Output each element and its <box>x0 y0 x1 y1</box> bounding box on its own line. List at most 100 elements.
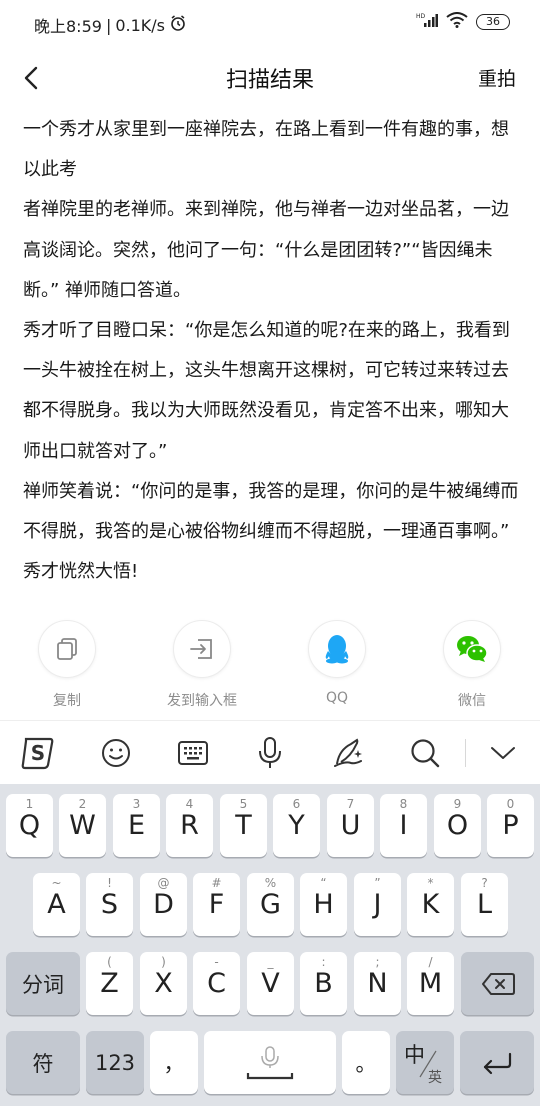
send-to-input-label: 发到输入框 <box>167 693 237 709</box>
key-t[interactable]: 5T <box>220 794 267 857</box>
space-key[interactable] <box>204 1031 336 1094</box>
key-r[interactable]: 4R <box>166 794 213 857</box>
word-segment-key[interactable]: 分词 <box>6 952 80 1015</box>
key-u[interactable]: 7U <box>327 794 374 857</box>
key-y[interactable]: 6Y <box>273 794 320 857</box>
key-v[interactable]: _ V <box>247 952 294 1015</box>
key-hint: ~ <box>51 876 62 890</box>
wechat-icon <box>443 620 501 678</box>
key-label: A <box>47 889 66 920</box>
ime-toolbar: S <box>0 720 540 784</box>
key-b[interactable]: :B <box>300 952 347 1015</box>
key-label: K <box>421 889 440 920</box>
soft-keyboard: 1Q 2W 3E 4R 5T 6Y 7U 8I 9O 0P ~ A ! S @ D #… <box>0 784 540 1106</box>
network-speed: 0.1K/s <box>115 15 165 35</box>
wechat-share-button[interactable]: 微信 <box>422 620 522 710</box>
key-a[interactable]: ~ A <box>33 873 80 936</box>
key-s[interactable]: ! S <box>86 873 133 936</box>
key-label: C <box>207 968 226 999</box>
number-key[interactable]: 123 <box>86 1031 144 1094</box>
key-hint: 0 <box>506 797 515 811</box>
key-hint: ) <box>161 955 166 969</box>
space-voice-icon <box>246 1045 294 1079</box>
scan-result-text[interactable]: 一个秀才从家里到一座禅院去，在路上看到一件有趣的事，想以此考 者禅院里的老禅师。… <box>23 110 523 592</box>
key-hint: 2 <box>78 797 87 811</box>
status-bar: 晚上8:59 | 0.1K/s HD 36 <box>0 0 540 46</box>
key-hint: : <box>321 955 326 969</box>
status-separator: | <box>105 15 112 35</box>
key-o[interactable]: 9O <box>434 794 481 857</box>
result-paragraph: 秀才听了目瞪口呆：“你是怎么知道的呢?在来的路上，我看到一头牛被拴在树上，这头牛… <box>23 320 510 462</box>
key-label: R <box>180 810 199 841</box>
key-x[interactable]: ) X <box>140 952 187 1015</box>
enter-key[interactable] <box>460 1031 534 1094</box>
key-p[interactable]: 0P <box>487 794 534 857</box>
sogou-logo-icon[interactable]: S <box>20 735 56 771</box>
svg-text:HD: HD <box>416 13 426 20</box>
key-hint: 7 <box>346 797 355 811</box>
key-label: J <box>373 889 382 920</box>
key-n[interactable]: ; N <box>354 952 401 1015</box>
key-f[interactable]: # F <box>193 873 240 936</box>
key-label: 123 <box>94 1050 136 1075</box>
collapse-keyboard-icon[interactable] <box>485 735 521 771</box>
send-to-input-icon <box>173 620 231 678</box>
qq-icon <box>308 620 366 678</box>
key-e[interactable]: 3E <box>113 794 160 857</box>
key-j[interactable]: ” J <box>354 873 401 936</box>
key-g[interactable]: % G <box>247 873 294 936</box>
period-key[interactable]: 。 <box>342 1031 390 1094</box>
key-hint: / <box>428 955 433 969</box>
send-to-input-button[interactable]: 发到输入框 <box>152 620 252 710</box>
key-l[interactable]: ? L <box>461 873 508 936</box>
key-i[interactable]: 8I <box>380 794 427 857</box>
key-label: O <box>446 810 469 841</box>
key-label: H <box>313 889 334 920</box>
key-hint: 6 <box>292 797 301 811</box>
key-hint: ( <box>107 955 112 969</box>
search-icon[interactable] <box>407 735 443 771</box>
emoji-icon[interactable] <box>98 735 134 771</box>
key-m[interactable]: / M <box>407 952 454 1015</box>
copy-button[interactable]: 复制 <box>17 620 117 710</box>
language-switch-key[interactable]: 中 英 <box>396 1031 454 1094</box>
comma-key[interactable]: ， <box>150 1031 198 1094</box>
status-right: HD 36 <box>416 12 510 32</box>
share-actions: 复制 发到输入框 QQ 微信 <box>0 620 540 716</box>
keyboard-icon[interactable] <box>175 735 211 771</box>
key-k[interactable]: * K <box>407 873 454 936</box>
reshoot-button[interactable]: 重拍 <box>478 64 516 91</box>
key-label: G <box>260 889 281 920</box>
key-label: I <box>399 810 408 841</box>
key-hint: 3 <box>132 797 141 811</box>
result-paragraph: 禅师笑着说：“你问的是事，我答的是理，你问的是牛被绳缚而不得脱，我答的是心被俗物… <box>23 480 519 583</box>
key-label: S <box>100 889 119 920</box>
top-app-bar: 扫描结果 重拍 <box>0 54 540 100</box>
symbol-key[interactable]: 符 <box>6 1031 80 1094</box>
key-hint: # <box>211 876 222 890</box>
key-hint: “ <box>320 876 327 890</box>
key-hint: ? <box>481 876 488 890</box>
key-hint: 1 <box>25 797 34 811</box>
key-hint: * <box>427 876 434 890</box>
key-label: V <box>261 968 280 999</box>
key-z[interactable]: (Z <box>86 952 133 1015</box>
key-hint: 8 <box>399 797 408 811</box>
key-label: U <box>340 810 361 841</box>
key-w[interactable]: 2W <box>59 794 106 857</box>
wifi-icon <box>446 12 468 32</box>
key-d[interactable]: @ D <box>140 873 187 936</box>
qq-share-button[interactable]: QQ <box>287 620 387 706</box>
key-h[interactable]: “H <box>300 873 347 936</box>
handwriting-icon[interactable] <box>330 735 366 771</box>
key-hint: % <box>264 876 277 890</box>
key-hint: ! <box>107 876 112 890</box>
backspace-key[interactable] <box>461 952 534 1015</box>
key-label: 符 <box>32 1051 54 1076</box>
key-label: X <box>154 968 173 999</box>
key-label: B <box>314 968 333 999</box>
key-c[interactable]: -C <box>193 952 240 1015</box>
microphone-icon[interactable] <box>252 735 288 771</box>
key-q[interactable]: 1Q <box>6 794 53 857</box>
key-label: N <box>367 968 388 999</box>
